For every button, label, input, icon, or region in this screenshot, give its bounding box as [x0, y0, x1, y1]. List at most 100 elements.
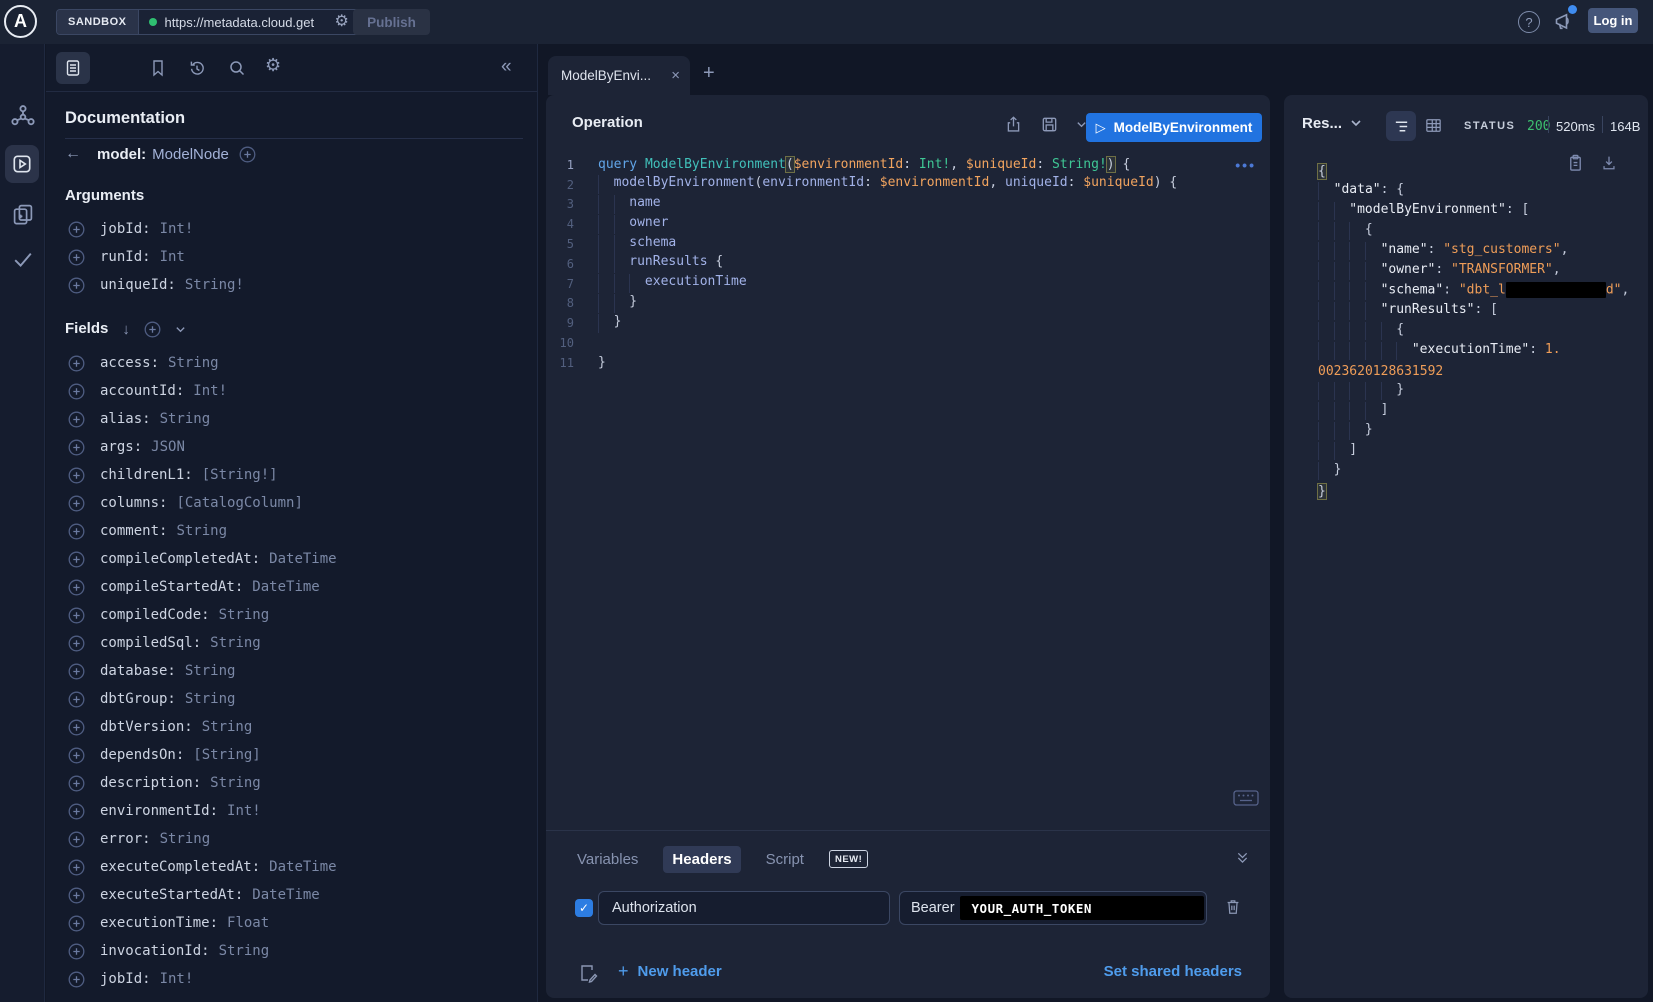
add-field-icon[interactable] [68, 691, 85, 708]
operation-tab[interactable]: ModelByEnvi... × [548, 56, 690, 95]
environment-variables-icon[interactable] [578, 962, 598, 984]
add-field-icon[interactable] [68, 277, 85, 294]
operation-collections-icon[interactable] [0, 202, 45, 226]
share-operation-icon[interactable] [1004, 115, 1023, 134]
add-field-icon[interactable] [68, 383, 85, 400]
endpoint-url-field[interactable]: https://metadata.cloud.get ⚙ [139, 10, 359, 34]
code-line[interactable]: 1query ModelByEnvironment($environmentId… [546, 155, 1270, 175]
response-json[interactable]: {"data": {"modelByEnvironment": [{"name"… [1318, 161, 1644, 501]
add-field-icon[interactable] [68, 971, 85, 988]
login-button[interactable]: Log in [1588, 8, 1638, 33]
add-field-icon[interactable] [68, 467, 85, 484]
field-row[interactable]: jobId:Int! [65, 965, 523, 993]
add-field-icon[interactable] [68, 495, 85, 512]
header-name-input[interactable] [598, 891, 890, 925]
field-row[interactable]: compiledSql:String [65, 629, 523, 657]
breadcrumb-type[interactable]: ModelNode [152, 146, 229, 163]
add-field-icon[interactable] [68, 775, 85, 792]
tab-headers[interactable]: Headers [663, 846, 740, 873]
keyboard-shortcuts-icon[interactable] [1233, 790, 1259, 806]
code-line[interactable]: 5schema [546, 234, 1270, 254]
auth-token-value[interactable]: YOUR_AUTH_TOKEN [960, 896, 1204, 920]
response-menu-chevron-icon[interactable] [1350, 117, 1362, 129]
add-field-icon[interactable] [68, 915, 85, 932]
apollo-logo-icon[interactable]: A [4, 5, 37, 38]
chevron-down-icon[interactable] [175, 324, 186, 335]
add-field-icon[interactable] [68, 249, 85, 266]
field-row[interactable]: error:String [65, 825, 523, 853]
table-view-toggle-icon[interactable] [1424, 116, 1443, 135]
add-field-icon[interactable] [68, 551, 85, 568]
code-line[interactable]: 10 [546, 333, 1270, 353]
add-field-icon[interactable] [68, 439, 85, 456]
field-row[interactable]: comment:String [65, 517, 523, 545]
header-enabled-checkbox[interactable]: ✓ [575, 899, 593, 917]
field-row[interactable]: columns:[CatalogColumn] [65, 489, 523, 517]
field-row[interactable]: environmentId:Int! [65, 797, 523, 825]
field-row[interactable]: executionTime:Float [65, 909, 523, 937]
add-field-icon[interactable] [68, 221, 85, 238]
add-field-icon[interactable] [68, 411, 85, 428]
new-tab-button[interactable]: + [703, 62, 715, 85]
field-row[interactable]: childrenL1:[String!] [65, 461, 523, 489]
close-tab-icon[interactable]: × [671, 67, 680, 84]
checks-nav-icon[interactable] [0, 247, 45, 271]
argument-row[interactable]: jobId:Int! [65, 215, 523, 243]
tab-variables[interactable]: Variables [568, 846, 647, 873]
field-row[interactable]: database:String [65, 657, 523, 685]
add-field-icon[interactable] [68, 355, 85, 372]
code-line[interactable]: 4owner [546, 214, 1270, 234]
field-row[interactable]: access:String [65, 349, 523, 377]
header-value-input[interactable]: Bearer YOUR_AUTH_TOKEN [899, 891, 1207, 925]
tab-script[interactable]: Script [757, 846, 813, 873]
add-fields-icon[interactable] [144, 321, 161, 338]
field-row[interactable]: alias:String [65, 405, 523, 433]
argument-row[interactable]: uniqueId:String! [65, 271, 523, 299]
field-row[interactable]: compileStartedAt:DateTime [65, 573, 523, 601]
code-line[interactable]: 8} [546, 294, 1270, 314]
save-operation-icon[interactable] [1040, 115, 1059, 134]
collapse-sidebar-icon[interactable]: « [501, 56, 512, 78]
add-field-icon[interactable] [68, 719, 85, 736]
sort-fields-icon[interactable]: ↓ [122, 321, 130, 338]
field-row[interactable]: args:JSON [65, 433, 523, 461]
argument-row[interactable]: runId:Int [65, 243, 523, 271]
code-line[interactable]: 11} [546, 353, 1270, 373]
add-field-icon[interactable] [68, 887, 85, 904]
field-row[interactable]: dbtGroup:String [65, 685, 523, 713]
run-operation-button[interactable]: ▷ ModelByEnvironment [1086, 113, 1262, 142]
set-shared-headers-link[interactable]: Set shared headers [1104, 963, 1242, 980]
add-field-icon[interactable] [68, 523, 85, 540]
history-icon[interactable] [187, 58, 207, 78]
field-row[interactable]: invocationId:String [65, 937, 523, 965]
field-row[interactable]: executeCompletedAt:DateTime [65, 853, 523, 881]
code-line[interactable]: 7executionTime [546, 274, 1270, 294]
add-field-icon[interactable] [68, 663, 85, 680]
explorer-nav-selected[interactable] [5, 145, 39, 183]
delete-header-icon[interactable] [1224, 897, 1242, 917]
graphql-editor[interactable]: 1query ModelByEnvironment($environmentId… [546, 155, 1270, 373]
endpoint-url[interactable]: https://metadata.cloud.get [165, 15, 327, 30]
help-icon[interactable]: ? [1518, 11, 1540, 33]
code-line[interactable]: 9} [546, 313, 1270, 333]
endpoint-settings-gear-icon[interactable]: ⚙ [335, 14, 349, 30]
add-field-icon[interactable] [68, 635, 85, 652]
add-field-icon[interactable] [68, 803, 85, 820]
code-line[interactable]: 3name [546, 195, 1270, 215]
formatted-view-toggle-selected[interactable] [1386, 111, 1416, 141]
field-row[interactable]: compileCompletedAt:DateTime [65, 545, 523, 573]
search-icon[interactable] [227, 58, 247, 78]
collapse-panel-icon[interactable] [1235, 850, 1250, 865]
settings-gear-icon[interactable]: ⚙ [265, 55, 281, 76]
back-arrow-icon[interactable]: ← [65, 145, 87, 163]
new-header-button[interactable]: + New header [618, 961, 722, 982]
field-row[interactable]: dependsOn:[String] [65, 741, 523, 769]
add-field-icon[interactable] [68, 607, 85, 624]
field-row[interactable]: executeStartedAt:DateTime [65, 881, 523, 909]
documentation-tab-selected[interactable] [56, 52, 90, 84]
field-row[interactable]: compiledCode:String [65, 601, 523, 629]
code-line[interactable]: 2modelByEnvironment(environmentId: $envi… [546, 175, 1270, 195]
field-row[interactable]: accountId:Int! [65, 377, 523, 405]
add-field-icon[interactable] [68, 831, 85, 848]
add-field-icon[interactable] [68, 747, 85, 764]
